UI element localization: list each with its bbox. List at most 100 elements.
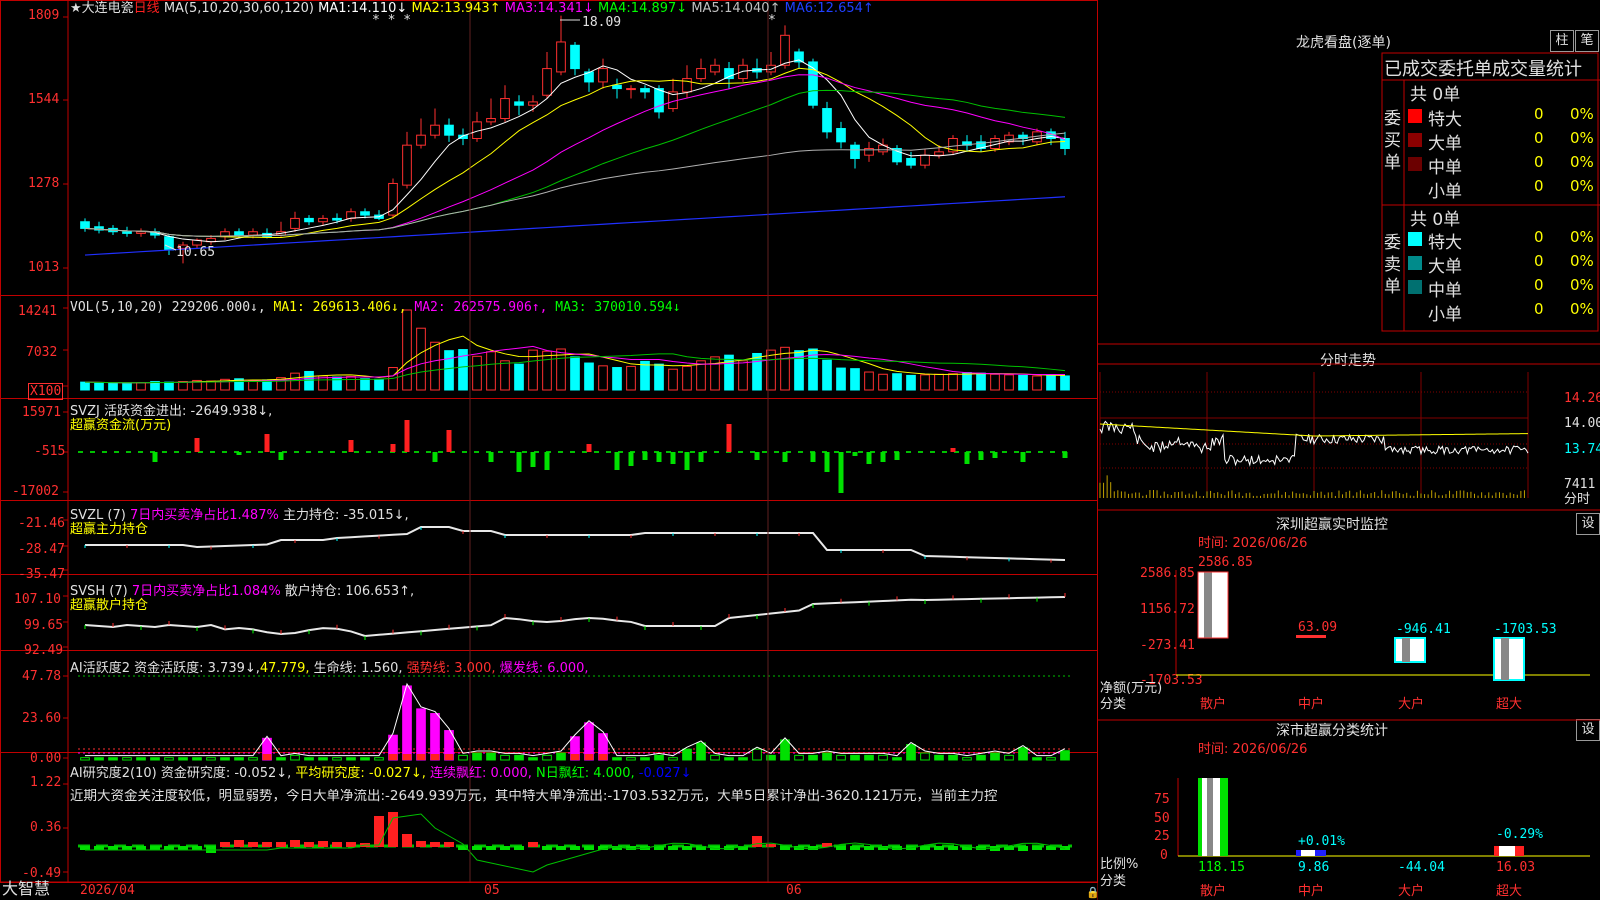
activity-bar <box>612 757 622 761</box>
intraday-title: 分时走势 <box>1320 353 1376 369</box>
svzl-header: SVZL (7) 7日内买卖净占比1.487% 主力持仓: -35.015↓, <box>70 508 409 523</box>
category-label: 超大 <box>1496 884 1523 899</box>
flow-bar <box>614 452 620 470</box>
ma4-value: 14.897↓ <box>630 1 688 16</box>
volume-bar <box>976 372 986 391</box>
activity-bar <box>528 757 538 761</box>
volume-bar <box>122 382 132 391</box>
value-label: 63.09 <box>1298 620 1338 635</box>
research-bar <box>80 846 90 850</box>
flow-bar <box>236 452 242 455</box>
activity-bar <box>976 754 986 761</box>
ai-active-v3: 生命线: 1.560, <box>313 661 403 676</box>
axis-label: -28.47 <box>18 542 65 557</box>
activity-bar <box>892 757 902 761</box>
order-size-label: 小单 <box>1428 182 1462 202</box>
value-label: 9.86 <box>1298 860 1330 875</box>
ai-research-v2: 平均研究度: -0.027↓, <box>295 766 426 781</box>
activity-bar <box>346 757 356 761</box>
kline-chart[interactable] <box>0 0 1098 900</box>
stock-name[interactable]: 大连电瓷 <box>82 1 134 16</box>
volume-bar <box>416 327 426 391</box>
candle <box>598 68 608 83</box>
axis-label: -515 <box>34 444 66 459</box>
axis-label: 0 <box>1160 848 1168 863</box>
volume-bar <box>1032 375 1042 391</box>
ma6-value: 12.654↑ <box>817 1 874 16</box>
ma6-line <box>84 196 1066 256</box>
main-holding-line <box>85 526 1066 561</box>
volume-bar <box>542 350 552 391</box>
ai-research-v4: N日飘红: 4.000, <box>536 766 635 781</box>
category-label: 中户 <box>1298 697 1325 712</box>
volume-bar <box>920 374 930 391</box>
ai-active-v5: 爆发线: 6.000, <box>499 661 589 676</box>
volume-bar <box>360 378 370 391</box>
candle <box>122 231 132 234</box>
order-count: 0 <box>1534 228 1544 246</box>
axis-label: 99.65 <box>24 618 64 633</box>
activity-bar <box>472 752 482 761</box>
flow-bar <box>656 452 662 462</box>
flow-bar <box>992 452 998 458</box>
axis-label: 分时 <box>1564 492 1591 507</box>
order-count: 0 <box>1534 153 1544 171</box>
tick-mode-button[interactable]: 笔 <box>1575 30 1599 52</box>
order-size-label: 大单 <box>1428 134 1462 154</box>
value-label: 2586.85 <box>1198 555 1253 570</box>
activity-base <box>598 754 608 760</box>
volume-bar <box>584 362 594 391</box>
activity-bar <box>276 757 286 761</box>
axis-label: 0.00 <box>30 751 62 766</box>
sz-class-settings-button[interactable]: 设 <box>1576 719 1600 741</box>
order-pct: 0% <box>1570 153 1594 171</box>
ma2-value: 13.943↑ <box>444 1 501 16</box>
activity-bar <box>626 757 636 761</box>
category-label: 大户 <box>1398 697 1425 712</box>
activity-bar <box>164 757 174 761</box>
flow-bar <box>698 452 704 462</box>
vol-unit-badge[interactable]: X100 <box>28 383 64 400</box>
activity-bar <box>1018 747 1028 761</box>
ai-research-v3: 连续飘红: 0.000, <box>430 766 532 781</box>
flow-bar <box>978 452 984 460</box>
vol-ma2: MA2: 262575.906↑, <box>414 300 548 315</box>
value-label: -1703.53 <box>1494 622 1557 637</box>
axis-label: 14241 <box>18 304 58 319</box>
candle <box>570 44 580 70</box>
svzl-hold: 主力持仓: -35.015↓, <box>282 508 409 523</box>
volume-bar <box>500 360 510 391</box>
axis-label: 107.10 <box>14 592 61 607</box>
category-label: 散户 <box>1200 884 1227 899</box>
research-bar <box>108 846 118 850</box>
activity-bar <box>1004 754 1014 761</box>
activity-bar <box>934 754 944 761</box>
candle <box>346 211 356 219</box>
candle <box>822 108 832 133</box>
volume-bar <box>486 351 496 391</box>
volume-bar <box>696 360 706 391</box>
research-bar <box>178 846 188 850</box>
category-label: 中户 <box>1298 884 1325 899</box>
flow-bar <box>810 452 816 462</box>
category-label: 大户 <box>1398 884 1425 899</box>
order-size-label: 特大 <box>1428 110 1462 130</box>
order-swatch <box>1408 109 1422 123</box>
brand-label[interactable]: 大智慧 <box>2 880 50 898</box>
order-size-label: 中单 <box>1428 281 1462 301</box>
axis-label: 0.36 <box>30 820 62 835</box>
value-label: -946.41 <box>1396 622 1451 637</box>
candle <box>332 217 342 221</box>
bar-mode-button[interactable]: 柱 <box>1550 30 1574 52</box>
svsh-sub: 超赢散户持仓 <box>70 598 149 613</box>
volume-bar <box>332 376 342 391</box>
activity-bar <box>948 754 958 761</box>
retail-holding-line <box>84 596 1066 638</box>
volume-bar <box>948 373 958 391</box>
sz-monitor-settings-button[interactable]: 设 <box>1576 513 1600 535</box>
period-label[interactable]: 日线 <box>134 1 160 16</box>
activity-bar <box>332 757 342 761</box>
research-bar <box>346 842 356 847</box>
activity-base <box>444 754 454 760</box>
candle <box>304 217 314 223</box>
